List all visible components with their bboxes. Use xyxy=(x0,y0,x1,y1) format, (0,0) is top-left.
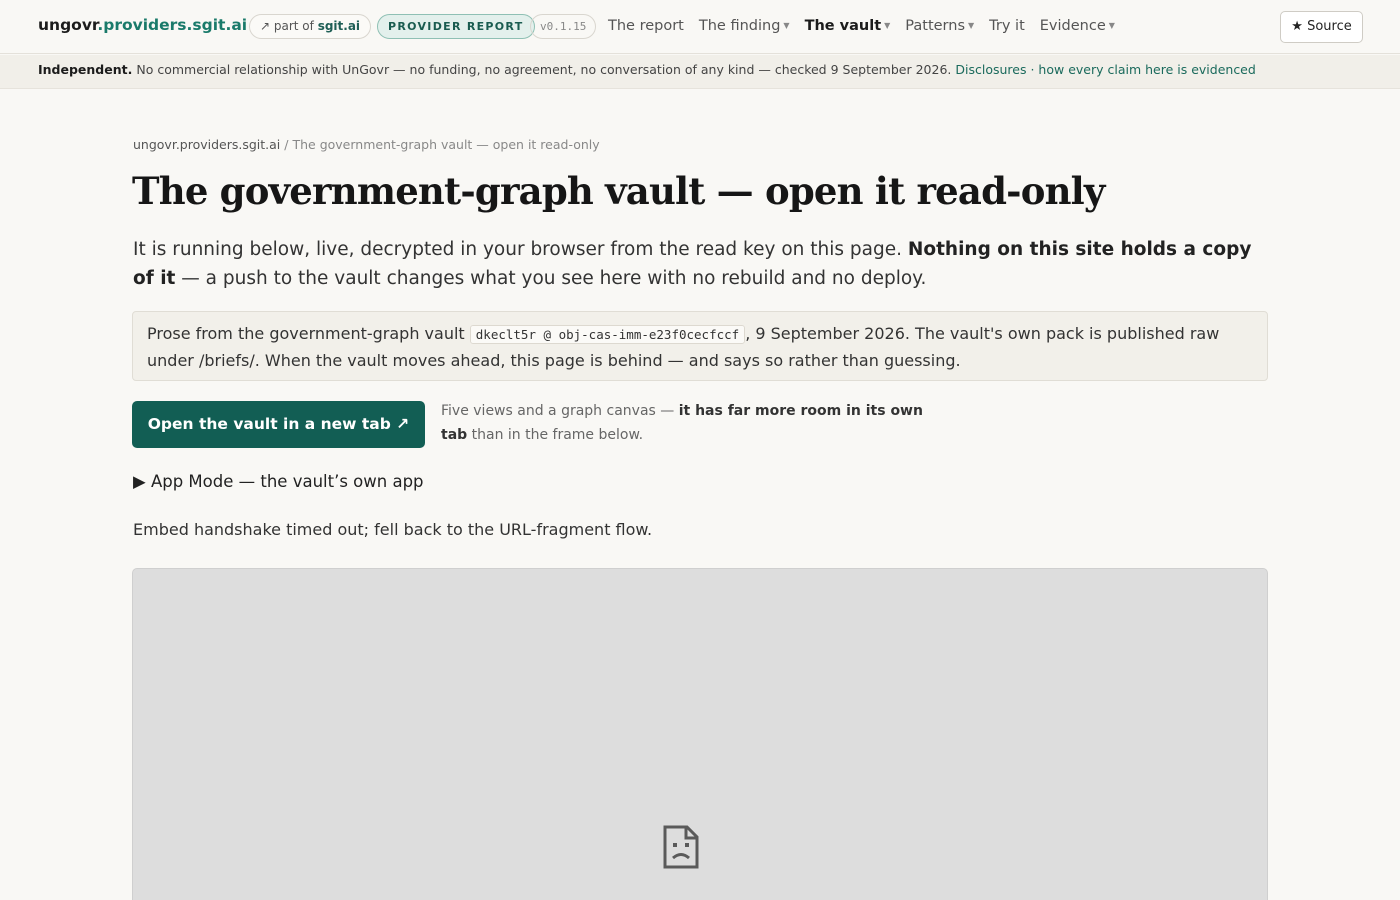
nav-item-report-label: The report xyxy=(608,18,684,34)
callout-prefix: Prose from the government-graph vault xyxy=(147,324,465,343)
evidence-link[interactable]: how every claim here is evidenced xyxy=(1038,62,1255,77)
nav-item-report[interactable]: The report xyxy=(608,18,684,34)
app-mode-label: App Mode — the vault’s own app xyxy=(150,472,424,491)
note-plain: Five views and a graph canvas — xyxy=(441,403,675,419)
chevron-down-icon: ▼ xyxy=(884,21,891,30)
notice-text: No commercial relationship with UnGovr —… xyxy=(136,62,952,77)
vault-embed-frame[interactable] xyxy=(132,568,1268,900)
version-badge: v0.1.15 xyxy=(530,14,597,39)
notice-separator: · xyxy=(1030,62,1035,77)
source-button[interactable]: ★ Source xyxy=(1280,11,1363,43)
nav-item-patterns-label: Patterns xyxy=(905,18,966,34)
nav-item-vault[interactable]: The vault ▼ xyxy=(805,18,891,34)
part-of-prefix: ↗ part of xyxy=(260,19,314,33)
site-brand[interactable]: ungovr.providers.sgit.ai xyxy=(38,16,247,34)
vault-ref-code: dkeclt5r @ obj-cas-imm-e23f0cecfccf xyxy=(469,325,746,344)
brand-suffix: .providers.sgit.ai xyxy=(97,16,248,34)
breadcrumb-separator: / xyxy=(284,137,289,152)
notice-strong: Independent. xyxy=(38,62,133,77)
sad-page-icon xyxy=(663,825,699,869)
independence-notice: Independent. No commercial relationship … xyxy=(0,55,1400,89)
nav-item-try-it-label: Try it xyxy=(989,18,1025,34)
vault-callout: Prose from the government-graph vault dk… xyxy=(132,311,1268,381)
app-mode-disclosure[interactable]: ▶ App Mode — the vault’s own app xyxy=(133,472,424,491)
part-of-pill[interactable]: ↗ part of sgit.ai xyxy=(249,14,372,39)
nav-item-evidence[interactable]: Evidence ▼ xyxy=(1040,18,1115,34)
breadcrumb-home[interactable]: ungovr.providers.sgit.ai xyxy=(133,137,280,152)
chevron-down-icon: ▼ xyxy=(1108,21,1115,30)
brand-prefix: ungovr xyxy=(38,16,98,34)
fallback-status: Embed handshake timed out; fell back to … xyxy=(133,520,653,539)
nav-item-try-it[interactable]: Try it xyxy=(989,18,1025,34)
breadcrumb: ungovr.providers.sgit.ai / The governmen… xyxy=(133,137,600,152)
lead-rest: — a push to the vault changes what you s… xyxy=(181,268,927,289)
main-nav: The report The finding ▼ The vault ▼ Patte… xyxy=(608,18,1115,34)
open-vault-button[interactable]: Open the vault in a new tab ↗ xyxy=(132,401,425,448)
open-vault-note: Five views and a graph canvas — it has f… xyxy=(441,399,941,447)
lead-plain: It is running below, live, decrypted in … xyxy=(133,239,902,260)
provider-report-badge: PROVIDER REPORT xyxy=(377,14,535,39)
nav-item-finding-label: The finding xyxy=(698,18,781,34)
note-rest: than in the frame below. xyxy=(471,427,644,443)
part-of-link: sgit.ai xyxy=(317,19,361,33)
page-title: The government-graph vault — open it rea… xyxy=(132,169,1105,213)
nav-item-evidence-label: Evidence xyxy=(1039,18,1106,34)
nav-item-vault-label: The vault xyxy=(804,18,882,34)
nav-item-finding[interactable]: The finding ▼ xyxy=(699,18,790,34)
disclosure-triangle-icon: ▶ xyxy=(133,472,146,491)
breadcrumb-current: The government-graph vault — open it rea… xyxy=(292,137,600,152)
chevron-down-icon: ▼ xyxy=(968,21,975,30)
chevron-down-icon: ▼ xyxy=(783,21,790,30)
nav-item-patterns[interactable]: Patterns ▼ xyxy=(905,18,974,34)
lead-paragraph: It is running below, live, decrypted in … xyxy=(133,235,1273,293)
top-bar: ungovr.providers.sgit.ai ↗ part of sgit.… xyxy=(0,0,1400,54)
disclosures-link[interactable]: Disclosures xyxy=(955,62,1026,77)
